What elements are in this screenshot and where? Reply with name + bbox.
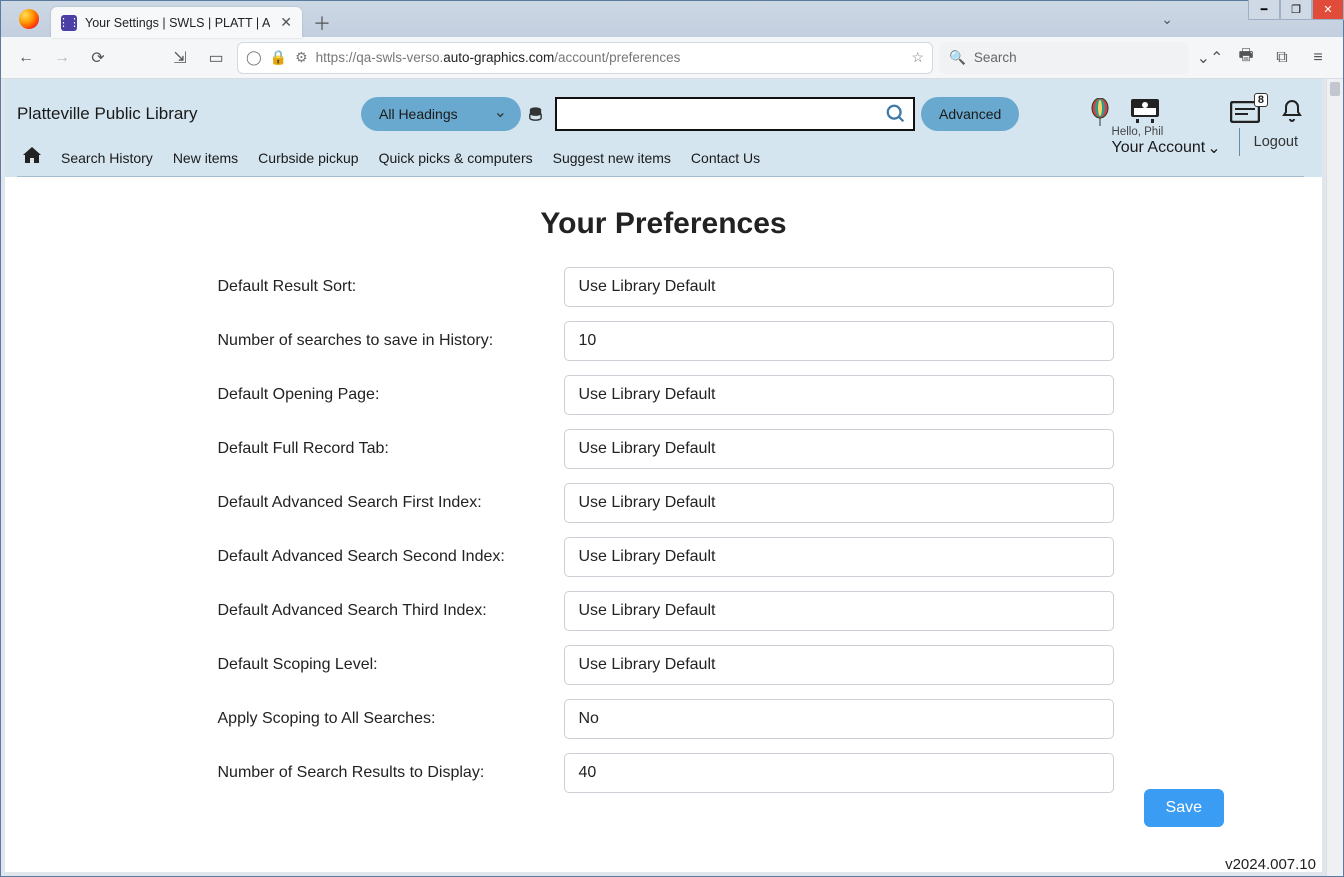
new-tab-button[interactable]: ＋ xyxy=(308,9,336,37)
back-button[interactable]: ← xyxy=(11,43,41,73)
greeting-text: Hello, Phil xyxy=(1112,126,1221,138)
tab-favicon-icon: ⋮⋮ xyxy=(61,15,77,31)
pref-row: Number of Search Results to Display:40 xyxy=(214,753,1114,793)
pref-label: Default Opening Page: xyxy=(214,386,564,404)
pref-label: Number of searches to save in History: xyxy=(214,332,564,350)
save-button[interactable]: Save xyxy=(1144,789,1224,827)
nav-quick-picks[interactable]: Quick picks & computers xyxy=(379,150,533,166)
pref-row: Apply Scoping to All Searches:No xyxy=(214,699,1114,739)
nav-suggest-items[interactable]: Suggest new items xyxy=(553,150,671,166)
catalog-search-box[interactable] xyxy=(555,97,915,131)
scrollbar-thumb[interactable] xyxy=(1330,82,1340,96)
pref-label: Default Full Record Tab: xyxy=(214,440,564,458)
page-title: Your Preferences xyxy=(45,207,1282,241)
shield-icon: ◯ xyxy=(246,49,262,66)
window-maximize-button[interactable]: ❐ xyxy=(1280,0,1312,20)
pref-select[interactable]: Use Library Default xyxy=(564,267,1114,307)
page-content: Platteville Public Library All Headings xyxy=(1,79,1326,876)
search-icon: 🔍 xyxy=(949,50,966,66)
logout-link[interactable]: Logout xyxy=(1239,128,1298,156)
nav-curbside-pickup[interactable]: Curbside pickup xyxy=(258,150,358,166)
search-placeholder: Search xyxy=(974,50,1017,65)
pref-label: Number of Search Results to Display: xyxy=(214,764,564,782)
library-name: Platteville Public Library xyxy=(17,104,347,124)
pref-select[interactable]: Use Library Default xyxy=(564,429,1114,469)
pref-row: Number of searches to save in History:10 xyxy=(214,321,1114,361)
pref-select[interactable]: 10 xyxy=(564,321,1114,361)
your-account-menu[interactable]: Your Account⌄ xyxy=(1112,138,1221,158)
lock-icon: 🔒 xyxy=(270,49,287,66)
balloon-icon[interactable] xyxy=(1090,98,1110,131)
tab-strip: ⋮⋮ Your Settings | SWLS | PLATT | A ✕ ＋ … xyxy=(1,1,1343,37)
permissions-icon: ⚙ xyxy=(295,49,308,66)
bookmark-star-icon[interactable]: ☆ xyxy=(911,49,924,66)
window-minimize-button[interactable]: ━ xyxy=(1248,0,1280,20)
card-badge: 8 xyxy=(1254,93,1268,107)
reload-button[interactable]: ⟳ xyxy=(83,43,113,73)
tab-title: Your Settings | SWLS | PLATT | A xyxy=(85,16,270,30)
pref-select[interactable]: Use Library Default xyxy=(564,537,1114,577)
browser-tab[interactable]: ⋮⋮ Your Settings | SWLS | PLATT | A ✕ xyxy=(51,7,302,38)
advanced-search-button[interactable]: Advanced xyxy=(921,97,1019,131)
app-menu-icon[interactable]: ≡ xyxy=(1303,43,1333,73)
pref-select[interactable]: Use Library Default xyxy=(564,645,1114,685)
search-submit-icon[interactable] xyxy=(885,103,907,125)
version-text: v2024.007.10 xyxy=(1225,856,1316,873)
vertical-scrollbar[interactable] xyxy=(1326,79,1343,876)
nav-search-history[interactable]: Search History xyxy=(61,150,153,166)
url-bar[interactable]: ◯ 🔒 ⚙ https://qa-swls-verso.auto-graphic… xyxy=(237,42,933,74)
pref-row: Default Result Sort:Use Library Default xyxy=(214,267,1114,307)
extensions-puzzle-icon[interactable]: ⧉ xyxy=(1267,43,1297,73)
browser-toolbar: ← → ⟳ ⇲ ▭ ◯ 🔒 ⚙ https://qa-swls-verso.au… xyxy=(1,37,1343,79)
home-icon[interactable] xyxy=(23,147,41,168)
pref-label: Default Result Sort: xyxy=(214,278,564,296)
forward-button[interactable]: → xyxy=(47,43,77,73)
headings-dropdown[interactable]: All Headings xyxy=(361,97,521,131)
window-close-button[interactable]: ✕ xyxy=(1312,0,1344,20)
pref-select[interactable]: Use Library Default xyxy=(564,591,1114,631)
pref-label: Default Advanced Search First Index: xyxy=(214,494,564,512)
database-icon[interactable] xyxy=(527,103,549,125)
catalog-search-input[interactable] xyxy=(567,99,885,129)
pref-label: Apply Scoping to All Searches: xyxy=(214,710,564,728)
tabs-dropdown-icon[interactable]: ⌄ xyxy=(1161,11,1173,28)
pref-row: Default Advanced Search Third Index:Use … xyxy=(214,591,1114,631)
pref-select[interactable]: Use Library Default xyxy=(564,375,1114,415)
chevron-down-icon: ⌄ xyxy=(1207,138,1220,158)
browser-search-box[interactable]: 🔍 Search xyxy=(939,42,1189,74)
pref-select[interactable]: 40 xyxy=(564,753,1114,793)
pref-label: Default Advanced Search Third Index: xyxy=(214,602,564,620)
pref-label: Default Advanced Search Second Index: xyxy=(214,548,564,566)
nav-contact-us[interactable]: Contact Us xyxy=(691,150,760,166)
pref-label: Default Scoping Level: xyxy=(214,656,564,674)
pref-row: Default Advanced Search Second Index:Use… xyxy=(214,537,1114,577)
containers-icon[interactable]: ▭ xyxy=(201,43,231,73)
pref-select[interactable]: Use Library Default xyxy=(564,483,1114,523)
pref-row: Default Advanced Search First Index:Use … xyxy=(214,483,1114,523)
extensions-icon[interactable]: ⇲ xyxy=(165,43,195,73)
pref-row: Default Full Record Tab:Use Library Defa… xyxy=(214,429,1114,469)
tab-close-icon[interactable]: ✕ xyxy=(278,14,294,31)
url-text: https://qa-swls-verso.auto-graphics.com/… xyxy=(316,50,681,65)
headings-dropdown-label: All Headings xyxy=(379,106,458,122)
pocket-icon[interactable]: ⌄⌃ xyxy=(1195,43,1225,73)
print-icon[interactable]: 🖶 xyxy=(1231,43,1261,73)
pref-row: Default Scoping Level:Use Library Defaul… xyxy=(214,645,1114,685)
pref-row: Default Opening Page:Use Library Default xyxy=(214,375,1114,415)
nav-new-items[interactable]: New items xyxy=(173,150,238,166)
pref-select[interactable]: No xyxy=(564,699,1114,739)
firefox-logo-icon xyxy=(19,9,39,29)
